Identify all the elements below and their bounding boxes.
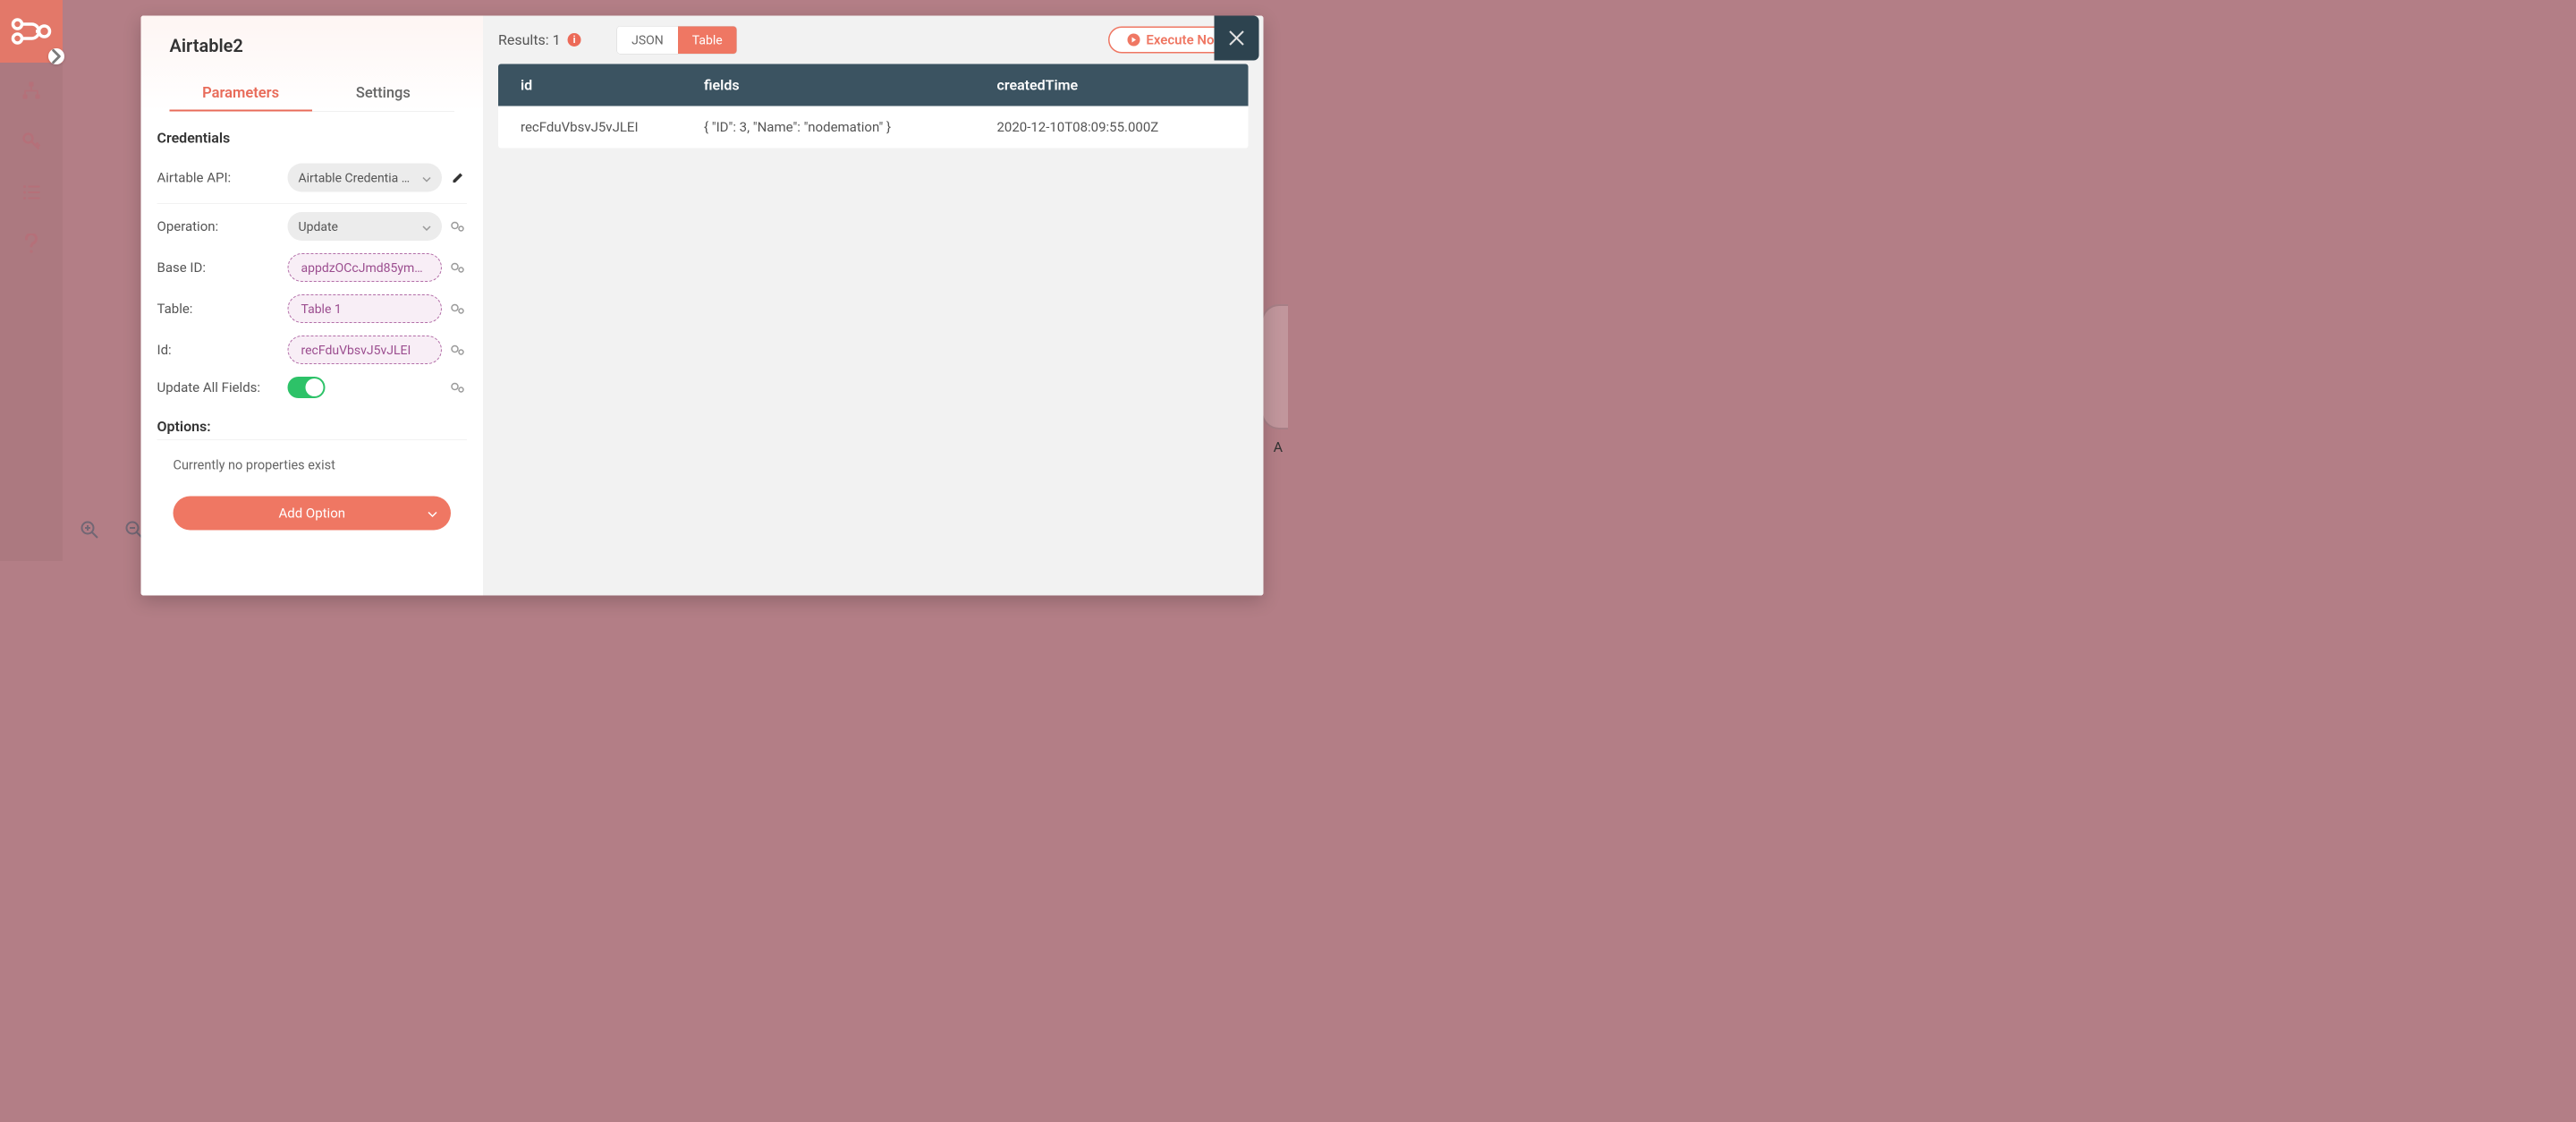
id-input[interactable]: recFduVbsvJ5vJLEI xyxy=(288,336,443,364)
add-option-button[interactable]: Add Option xyxy=(174,497,452,531)
add-option-label: Add Option xyxy=(278,506,345,522)
table-options-button[interactable] xyxy=(449,300,467,318)
base-id-input[interactable]: appdzOCcJmd85ym… xyxy=(288,253,443,282)
chevron-down-icon xyxy=(422,219,431,234)
update-all-toggle[interactable] xyxy=(288,377,326,398)
operation-value: Update xyxy=(299,219,338,234)
chevron-right-icon xyxy=(48,43,64,70)
options-heading: Options: xyxy=(157,418,468,440)
id-options-button[interactable] xyxy=(449,341,467,359)
tab-parameters[interactable]: Parameters xyxy=(170,76,312,112)
cell-created: 2020-12-10T08:09:55.000Z xyxy=(975,119,1249,135)
credentials-select[interactable]: Airtable Credentia … xyxy=(288,164,443,192)
gears-icon xyxy=(451,262,466,273)
tab-settings[interactable]: Settings xyxy=(312,76,454,112)
sidebar-nav xyxy=(0,63,63,253)
play-icon xyxy=(1127,34,1140,47)
view-json-button[interactable]: JSON xyxy=(617,26,678,54)
column-created: createdTime xyxy=(975,77,1249,94)
right-panel: Results: 1 i JSON Table Execute Node id … xyxy=(483,16,1264,596)
credentials-value: Airtable Credentia … xyxy=(299,170,411,185)
info-icon[interactable]: i xyxy=(568,33,581,47)
chevron-down-icon xyxy=(422,170,431,185)
sidebar-expand-button[interactable] xyxy=(48,48,64,64)
tabs: Parameters Settings xyxy=(170,76,455,112)
left-panel: Airtable2 Parameters Settings Credential… xyxy=(141,16,484,596)
chevron-down-icon xyxy=(428,506,437,522)
results-table: id fields createdTime recFduVbsvJ5vJLEI … xyxy=(498,64,1249,149)
table-input[interactable]: Table 1 xyxy=(288,294,443,323)
gears-icon xyxy=(451,382,466,393)
no-properties-text: Currently no properties exist xyxy=(157,440,468,491)
gears-icon xyxy=(451,344,466,355)
help-icon[interactable] xyxy=(21,234,41,253)
canvas-node-label: A xyxy=(1274,438,1283,455)
base-options-button[interactable] xyxy=(449,259,467,276)
update-all-label: Update All Fields: xyxy=(157,379,283,395)
credentials-icon[interactable] xyxy=(21,132,41,151)
column-fields: fields xyxy=(682,77,975,94)
table-header: id fields createdTime xyxy=(498,64,1249,106)
operation-select[interactable]: Update xyxy=(288,212,443,241)
gears-icon xyxy=(451,221,466,232)
zoom-in-button[interactable] xyxy=(76,516,103,543)
table-row[interactable]: recFduVbsvJ5vJLEI { "ID": 3, "Name": "no… xyxy=(498,106,1249,149)
base-id-value: appdzOCcJmd85ym… xyxy=(301,260,423,276)
table-label: Table: xyxy=(157,301,283,317)
base-label: Base ID: xyxy=(157,259,283,276)
id-value: recFduVbsvJ5vJLEI xyxy=(301,343,411,358)
node-dialog: Airtable2 Parameters Settings Credential… xyxy=(141,16,1264,596)
close-button[interactable] xyxy=(1215,16,1259,61)
logo-icon xyxy=(12,18,52,45)
edit-credentials-button[interactable] xyxy=(449,169,467,187)
table-value: Table 1 xyxy=(301,302,342,317)
operation-label: Operation: xyxy=(157,218,283,234)
pencil-icon xyxy=(452,171,465,184)
zoom-controls xyxy=(76,516,148,543)
executions-icon[interactable] xyxy=(21,183,41,202)
view-toggle: JSON Table xyxy=(617,26,738,55)
toggle-knob xyxy=(306,378,324,396)
update-all-options-button[interactable] xyxy=(449,378,467,396)
cell-id: recFduVbsvJ5vJLEI xyxy=(498,119,682,135)
credentials-heading: Credentials xyxy=(157,130,468,147)
dialog-title: Airtable2 xyxy=(170,36,455,77)
view-table-button[interactable]: Table xyxy=(678,26,737,54)
zoom-in-icon xyxy=(80,520,99,540)
id-label: Id: xyxy=(157,342,283,358)
gears-icon xyxy=(451,303,466,314)
workflows-icon[interactable] xyxy=(21,81,41,100)
sidebar xyxy=(0,0,63,561)
api-label: Airtable API: xyxy=(157,170,283,186)
canvas-node[interactable] xyxy=(1261,304,1288,429)
logo-tile xyxy=(0,0,63,63)
column-id: id xyxy=(498,77,682,94)
close-icon xyxy=(1226,28,1247,48)
results-label: Results: 1 xyxy=(498,31,561,48)
cell-fields: { "ID": 3, "Name": "nodemation" } xyxy=(682,119,975,135)
operation-options-button[interactable] xyxy=(449,217,467,235)
